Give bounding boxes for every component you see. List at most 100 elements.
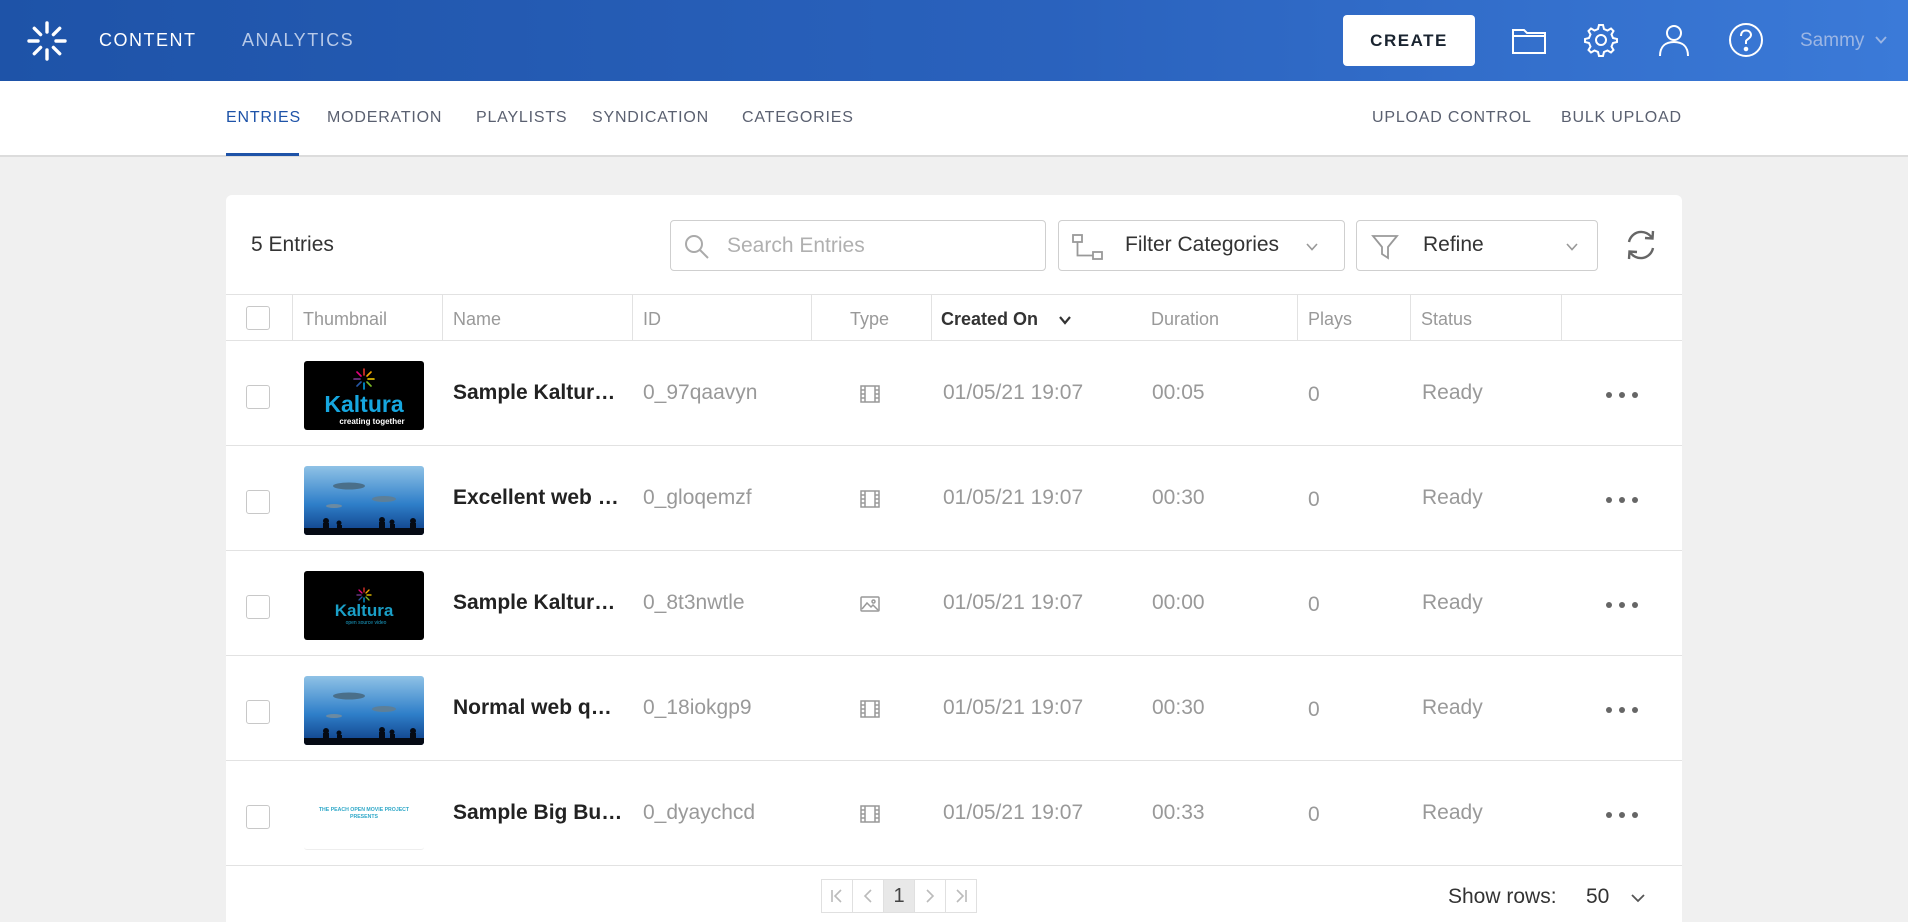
entry-status: Ready: [1422, 486, 1483, 509]
sub-navigation: ENTRIES MODERATION PLAYLISTS SYNDICATION…: [0, 81, 1908, 157]
help-icon[interactable]: [1727, 21, 1765, 59]
thumb-peach-line2: PRESENTS: [350, 814, 379, 820]
refresh-icon[interactable]: [1622, 226, 1660, 264]
entry-duration: 00:05: [1152, 381, 1205, 404]
table-row[interactable]: Normal web q… 0_18iokgp9 01/05/21 19:07 …: [226, 656, 1682, 761]
search-box[interactable]: [670, 220, 1046, 271]
user-menu[interactable]: Sammy: [1800, 30, 1864, 52]
column-plays[interactable]: Plays: [1308, 309, 1352, 330]
entry-duration: 00:33: [1152, 801, 1205, 824]
table-row[interactable]: Kaltura creating together Sample Kaltur……: [226, 341, 1682, 446]
entry-created-on: 01/05/21 19:07: [943, 381, 1084, 404]
chevron-down-icon[interactable]: [1874, 33, 1888, 47]
thumb-kaltura-word: Kaltura: [324, 391, 403, 417]
folder-icon[interactable]: [1510, 21, 1548, 59]
prev-page-button[interactable]: [852, 879, 884, 913]
tab-upload-control[interactable]: UPLOAD CONTROL: [1372, 109, 1532, 127]
column-type[interactable]: Type: [850, 309, 889, 330]
next-page-button[interactable]: [914, 879, 946, 913]
entry-id: 0_97qaavyn: [643, 381, 758, 404]
more-actions-icon[interactable]: [1604, 391, 1640, 399]
table-row[interactable]: Excellent web … 0_gloqemzf 01/05/21 19:0…: [226, 446, 1682, 551]
row-checkbox[interactable]: [246, 490, 270, 514]
thumbnail-aquarium[interactable]: [304, 466, 424, 535]
column-duration[interactable]: Duration: [1151, 309, 1219, 330]
row-checkbox[interactable]: [246, 805, 270, 829]
entry-status: Ready: [1422, 381, 1483, 404]
sort-descending-icon[interactable]: [1058, 314, 1072, 326]
category-tree-icon: [1072, 234, 1103, 260]
nav-content[interactable]: CONTENT: [99, 30, 197, 51]
video-type-icon: [860, 700, 880, 718]
table-row[interactable]: Kaltura open source video Sample Kaltur……: [226, 551, 1682, 656]
active-tab-indicator: [226, 153, 299, 156]
entry-duration: 00:00: [1152, 591, 1205, 614]
entry-id: 0_18iokgp9: [643, 696, 752, 719]
row-checkbox[interactable]: [246, 385, 270, 409]
tab-moderation[interactable]: MODERATION: [327, 109, 442, 127]
chevron-right-icon: [926, 889, 935, 903]
entry-created-on: 01/05/21 19:07: [943, 801, 1084, 824]
more-actions-icon[interactable]: [1604, 601, 1640, 609]
thumbnail-aquarium[interactable]: [304, 676, 424, 745]
more-actions-icon[interactable]: [1604, 706, 1640, 714]
thumbnail-kaltura-logo[interactable]: Kaltura creating together: [304, 361, 424, 430]
entry-name[interactable]: Sample Kaltur…: [453, 591, 615, 615]
thumb-kaltura-word: Kaltura: [335, 601, 394, 620]
user-icon[interactable]: [1655, 21, 1693, 59]
nav-analytics[interactable]: ANALYTICS: [242, 30, 354, 51]
entry-status: Ready: [1422, 591, 1483, 614]
thumb-peach-line1: THE PEACH OPEN MOVIE PROJECT: [319, 807, 410, 813]
thumbnail-kaltura-dark[interactable]: Kaltura open source video: [304, 571, 424, 640]
first-page-button[interactable]: [821, 879, 853, 913]
filter-categories-dropdown[interactable]: Filter Categories: [1058, 220, 1345, 271]
entry-duration: 00:30: [1152, 696, 1205, 719]
entry-created-on: 01/05/21 19:07: [943, 486, 1084, 509]
entry-name[interactable]: Sample Kaltur…: [453, 381, 615, 405]
more-actions-icon[interactable]: [1604, 811, 1640, 819]
video-type-icon: [860, 490, 880, 508]
entry-plays: 0: [1308, 803, 1320, 826]
thumbnail-peach[interactable]: THE PEACH OPEN MOVIE PROJECT PRESENTS: [304, 781, 424, 850]
entry-plays: 0: [1308, 383, 1320, 406]
entry-name[interactable]: Excellent web …: [453, 486, 619, 510]
chevron-down-icon: [1306, 243, 1318, 251]
tab-bulk-upload[interactable]: BULK UPLOAD: [1561, 109, 1682, 127]
table-row[interactable]: THE PEACH OPEN MOVIE PROJECT PRESENTS Sa…: [226, 761, 1682, 866]
image-type-icon: [860, 596, 880, 612]
first-page-icon: [831, 889, 842, 903]
column-name[interactable]: Name: [453, 309, 501, 330]
row-checkbox[interactable]: [246, 700, 270, 724]
select-all-checkbox[interactable]: [246, 306, 270, 330]
filter-categories-label: Filter Categories: [1125, 233, 1280, 256]
rows-per-page-select[interactable]: 50: [1586, 885, 1609, 909]
more-actions-icon[interactable]: [1604, 496, 1640, 504]
kaltura-logo-icon[interactable]: [26, 20, 68, 62]
entry-created-on: 01/05/21 19:07: [943, 696, 1084, 719]
tab-categories[interactable]: CATEGORIES: [742, 109, 854, 127]
tab-entries[interactable]: ENTRIES: [226, 109, 301, 127]
entry-name[interactable]: Sample Big Bu…: [453, 801, 622, 825]
column-thumbnail: Thumbnail: [303, 309, 388, 329]
entry-name[interactable]: Normal web q…: [453, 696, 612, 720]
entry-id: 0_dyaychcd: [643, 801, 756, 824]
search-input[interactable]: [727, 229, 1027, 263]
entry-id: 0_gloqemzf: [643, 486, 752, 509]
refine-dropdown[interactable]: Refine: [1356, 220, 1598, 271]
show-rows-label: Show rows:: [1448, 885, 1557, 908]
create-button[interactable]: CREATE: [1343, 15, 1475, 66]
row-checkbox[interactable]: [246, 595, 270, 619]
entry-plays: 0: [1308, 698, 1320, 721]
entry-status: Ready: [1422, 696, 1483, 719]
tab-playlists[interactable]: PLAYLISTS: [476, 109, 567, 127]
column-status[interactable]: Status: [1421, 309, 1472, 330]
column-created-on[interactable]: Created On: [941, 309, 1038, 330]
chevron-down-icon[interactable]: [1630, 891, 1646, 905]
page-number[interactable]: 1: [883, 879, 915, 913]
column-id[interactable]: ID: [643, 309, 661, 330]
entry-status: Ready: [1422, 801, 1483, 824]
gear-icon[interactable]: [1582, 21, 1620, 59]
entry-id: 0_8t3nwtle: [643, 591, 745, 614]
last-page-button[interactable]: [945, 879, 977, 913]
tab-syndication[interactable]: SYNDICATION: [592, 109, 709, 127]
